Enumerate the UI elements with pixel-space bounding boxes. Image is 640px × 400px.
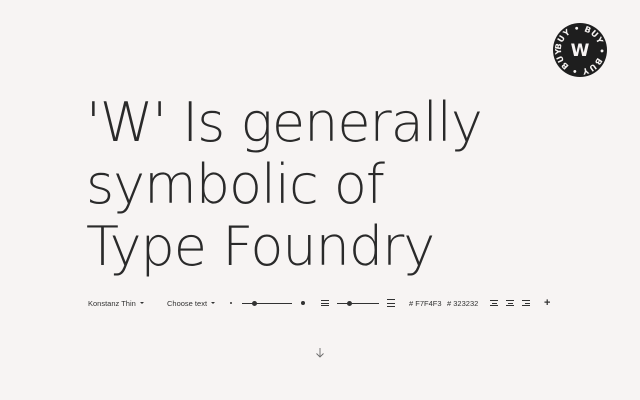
font-select-caret-icon — [139, 302, 144, 304]
headline-line-1: 'W' Is generally — [86, 91, 483, 154]
text-select[interactable]: Choose text — [167, 296, 216, 310]
bg-color-input[interactable]: # F7F4F3 — [409, 296, 442, 310]
align-center-icon[interactable] — [506, 296, 514, 310]
buy-badge[interactable]: BUY • BUY • BUY • BUY • W — [552, 22, 608, 78]
headline-line-2: symbolic of — [86, 153, 385, 216]
leading-slider-track[interactable] — [337, 302, 379, 304]
text-select-caret-icon — [211, 302, 216, 304]
size-large-icon[interactable] — [301, 296, 305, 310]
headline-line-3: Type Foundry — [86, 215, 435, 278]
leading-loose-icon[interactable] — [387, 296, 395, 310]
bg-color-value: # F7F4F3 — [409, 298, 442, 308]
font-select-label: Konstanz Thin — [88, 298, 136, 308]
size-slider-knob[interactable] — [252, 300, 257, 306]
badge-letter: W — [571, 41, 590, 61]
leading-slider-knob[interactable] — [347, 300, 353, 306]
plus-icon[interactable]: + — [544, 296, 550, 310]
fg-color-value: # 323232 — [447, 298, 479, 308]
leading-tight-icon[interactable] — [321, 296, 329, 310]
arrow-down-icon[interactable] — [314, 346, 326, 360]
type-tester-toolbar: Konstanz Thin Choose text # F7F4F3 # 323… — [88, 296, 558, 310]
size-slider-track[interactable] — [242, 302, 292, 304]
align-right-icon[interactable] — [522, 296, 530, 310]
font-select[interactable]: Konstanz Thin — [88, 296, 144, 310]
size-small-icon[interactable] — [230, 296, 232, 310]
fg-color-input[interactable]: # 323232 — [447, 296, 478, 310]
text-select-label: Choose text — [167, 298, 208, 308]
align-left-icon[interactable] — [490, 296, 498, 310]
headline: 'W' Is generally symbolic of Type Foundr… — [86, 92, 626, 278]
